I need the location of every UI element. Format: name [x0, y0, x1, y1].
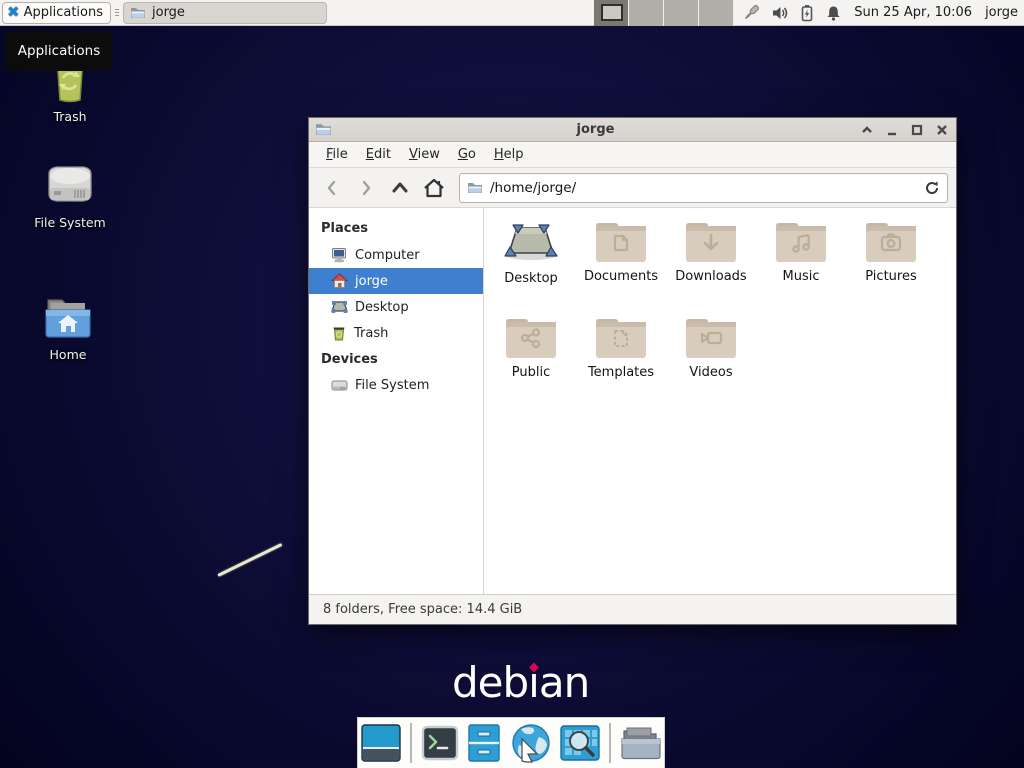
show-desktop-icon[interactable] — [361, 724, 401, 762]
forward-button[interactable] — [351, 174, 381, 202]
applications-menu-button[interactable]: ✖ Applications — [2, 2, 111, 24]
workspace-1[interactable] — [594, 0, 629, 26]
folder-view: Desktop Documents — [484, 208, 956, 594]
computer-icon — [331, 247, 348, 263]
drive-icon — [331, 378, 348, 393]
debian-logo: debıan — [452, 658, 589, 707]
close-button[interactable] — [934, 122, 950, 138]
top-panel: ✖ Applications jorge Sun 25 Apr, 10:06 j… — [0, 0, 1024, 26]
maximize-button[interactable] — [909, 122, 925, 138]
sidebar-item-jorge[interactable]: jorge — [309, 268, 483, 294]
notification-bell-icon[interactable] — [825, 4, 842, 22]
terminal-icon[interactable] — [421, 725, 459, 761]
panel-username: jorge — [985, 5, 1018, 20]
folder-icon — [130, 5, 146, 21]
folder-item-videos[interactable]: Videos — [666, 316, 756, 396]
xfce-logo-icon: ✖ — [7, 5, 20, 20]
sidebar-item-computer[interactable]: Computer — [309, 242, 483, 268]
workspace-switcher[interactable] — [594, 0, 734, 26]
app-finder-icon[interactable] — [560, 724, 600, 762]
folder-icon — [467, 180, 483, 196]
sidebar: Places Computer jorge Desktop — [309, 208, 484, 594]
folder-item-public[interactable]: Public — [486, 316, 576, 396]
battery-charging-icon[interactable] — [799, 4, 815, 22]
trash-icon — [331, 325, 347, 341]
folder-dock-icon[interactable] — [620, 725, 662, 761]
sidebar-item-desktop[interactable]: Desktop — [309, 294, 483, 320]
web-browser-icon[interactable] — [509, 723, 551, 763]
downloads-folder-icon — [686, 220, 736, 262]
workspace-4[interactable] — [699, 0, 734, 26]
minimize-button[interactable] — [884, 122, 900, 138]
devices-header: Devices — [309, 346, 483, 373]
file-manager-window: jorge File Edit View Go Help — [308, 117, 957, 625]
toolbar — [309, 168, 956, 208]
dock-panel — [357, 717, 665, 768]
menu-help[interactable]: Help — [485, 144, 533, 165]
places-header: Places — [309, 215, 483, 242]
location-input[interactable] — [490, 180, 917, 196]
window-titlebar[interactable]: jorge — [309, 118, 956, 142]
menu-edit[interactable]: Edit — [357, 144, 400, 165]
desktop-icon-label: File System — [15, 215, 125, 230]
applications-menu-label: Applications — [24, 5, 103, 20]
system-tray — [742, 3, 842, 22]
templates-folder-icon — [596, 316, 646, 358]
folder-item-downloads[interactable]: Downloads — [666, 220, 756, 300]
workspace-window-preview — [601, 4, 623, 21]
taskbar-button-label: jorge — [152, 5, 185, 20]
menu-file[interactable]: File — [317, 144, 357, 165]
cursor-trail-line — [217, 543, 282, 577]
home-button[interactable] — [419, 174, 449, 202]
file-cabinet-icon[interactable] — [468, 724, 500, 762]
menu-go[interactable]: Go — [449, 144, 485, 165]
sidebar-item-file-system[interactable]: File System — [309, 373, 483, 398]
desktop-icon-file-system[interactable]: File System — [15, 160, 125, 230]
menu-bar: File Edit View Go Help — [309, 142, 956, 168]
desktop-surface-icon — [503, 220, 559, 264]
home-icon — [331, 273, 348, 289]
volume-icon[interactable] — [771, 4, 789, 22]
home-folder-icon — [13, 296, 123, 342]
folder-item-pictures[interactable]: Pictures — [846, 220, 936, 300]
desktop-icon-label: Trash — [15, 109, 125, 124]
pictures-folder-icon — [866, 220, 916, 262]
folder-item-templates[interactable]: Templates — [576, 316, 666, 396]
music-folder-icon — [776, 220, 826, 262]
sidebar-item-trash[interactable]: Trash — [309, 320, 483, 346]
folder-item-desktop[interactable]: Desktop — [486, 220, 576, 300]
applications-tooltip: Applications — [6, 31, 112, 71]
panel-clock[interactable]: Sun 25 Apr, 10:06 — [854, 5, 972, 20]
folder-item-documents[interactable]: Documents — [576, 220, 666, 300]
desktop-icon — [331, 299, 348, 315]
menu-view[interactable]: View — [400, 144, 449, 165]
back-button[interactable] — [317, 174, 347, 202]
shade-button[interactable] — [859, 122, 875, 138]
hard-drive-icon — [15, 160, 125, 210]
documents-folder-icon — [596, 220, 646, 262]
public-folder-icon — [506, 316, 556, 358]
dock-separator — [410, 723, 412, 763]
dock-separator — [609, 723, 611, 763]
path-bar[interactable] — [459, 173, 948, 203]
window-folder-icon — [315, 121, 332, 138]
videos-folder-icon — [686, 316, 736, 358]
status-bar: 8 folders, Free space: 14.4 GiB — [309, 594, 956, 624]
desktop-icon-label: Home — [13, 347, 123, 362]
panel-handle[interactable] — [113, 3, 121, 23]
tool-icon[interactable] — [742, 3, 761, 22]
up-button[interactable] — [385, 174, 415, 202]
reload-icon[interactable] — [924, 180, 940, 196]
folder-item-music[interactable]: Music — [756, 220, 846, 300]
workspace-3[interactable] — [664, 0, 699, 26]
desktop-icon-home[interactable]: Home — [13, 296, 123, 362]
status-text: 8 folders, Free space: 14.4 GiB — [323, 602, 522, 617]
window-title: jorge — [332, 122, 859, 137]
taskbar-button-jorge[interactable]: jorge — [123, 2, 327, 24]
workspace-2[interactable] — [629, 0, 664, 26]
